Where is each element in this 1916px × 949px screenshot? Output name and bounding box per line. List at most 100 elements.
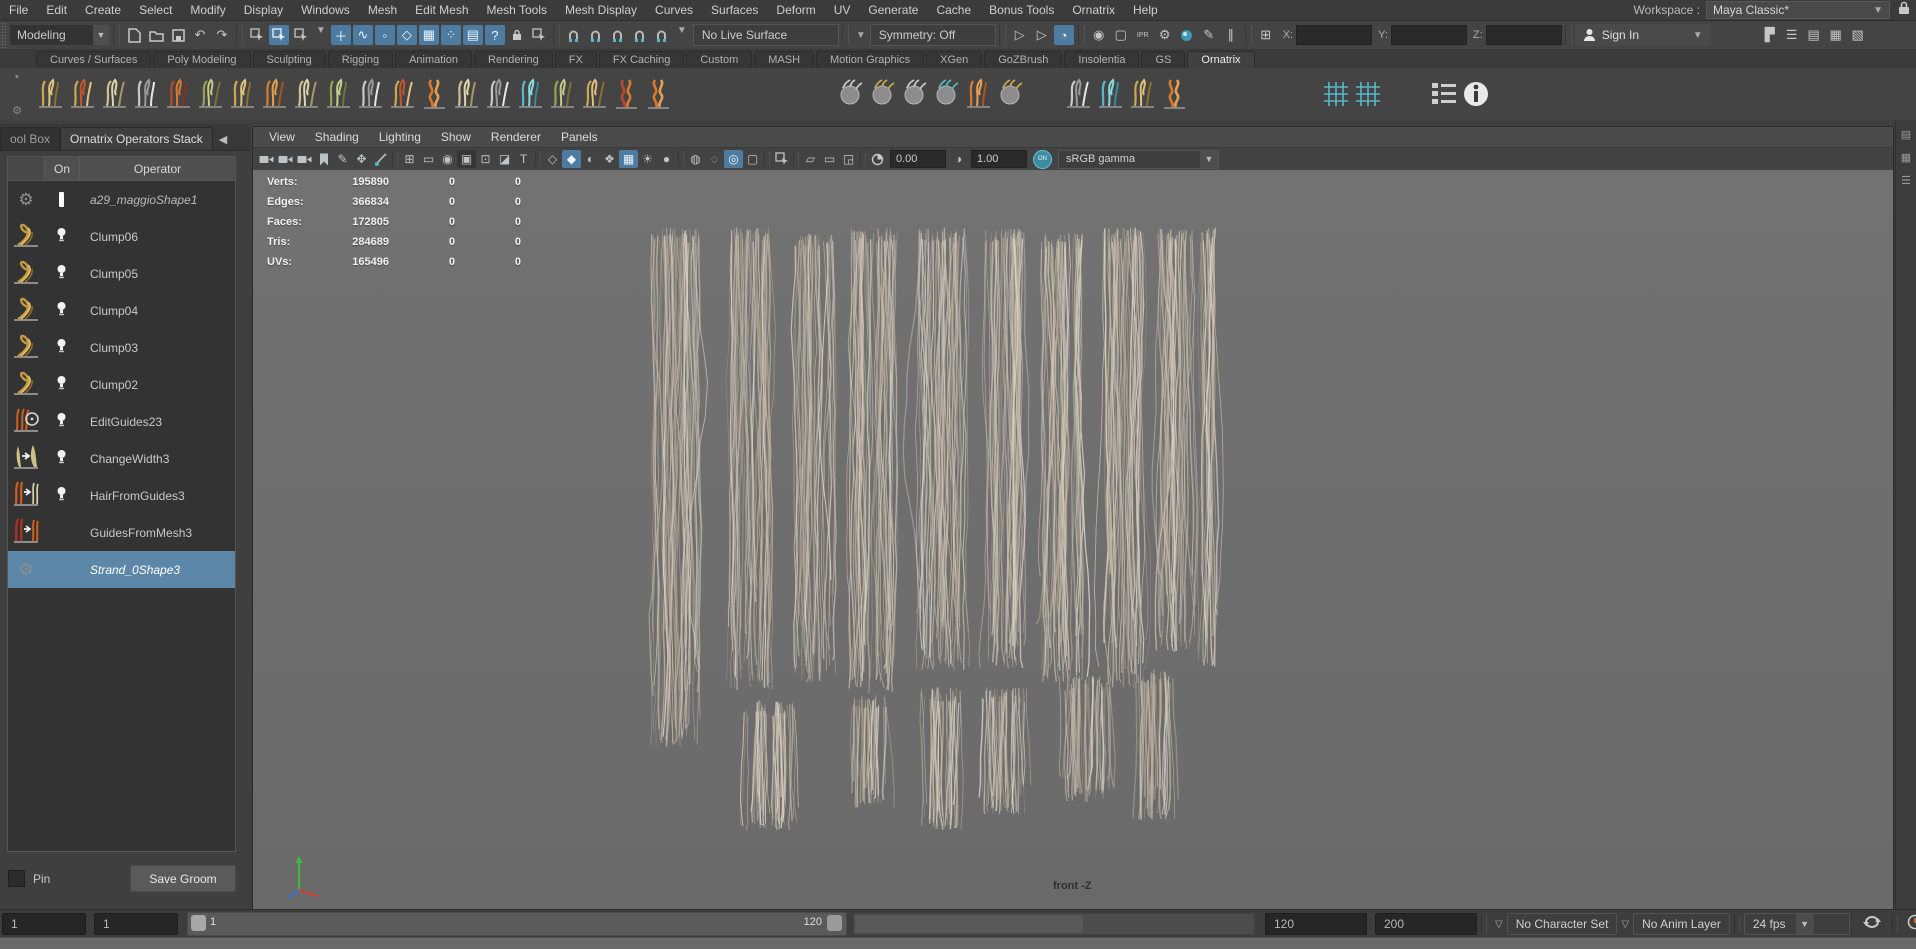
chevron-down-icon[interactable]: ▽	[1621, 919, 1629, 930]
highlight-selection-icon[interactable]	[529, 25, 549, 45]
shelf-menu-icon[interactable]: ▪	[15, 71, 19, 83]
shelf-tab-rendering[interactable]: Rendering	[474, 51, 553, 68]
construction-history-icon-5[interactable]	[652, 25, 672, 45]
wireframe-on-shaded-icon[interactable]: ▦	[619, 150, 638, 168]
chevron-down-icon[interactable]: ▼	[677, 25, 687, 45]
y-coordinate-input[interactable]	[1390, 25, 1467, 45]
film-gate-icon[interactable]: ▭	[419, 150, 438, 168]
enabled-lamp-icon[interactable]	[56, 449, 67, 469]
snap-grid-icon[interactable]: ＋	[330, 25, 351, 45]
shelf-tab-xgen[interactable]: XGen	[926, 51, 983, 68]
use-all-lights-icon[interactable]: ☀	[638, 150, 657, 168]
copy-view-icon[interactable]: ▱	[801, 150, 820, 168]
menu-windows[interactable]: Windows	[292, 1, 359, 19]
ox-grid-add-icon[interactable]	[1352, 75, 1384, 113]
shelf-tab-insolentia[interactable]: Insolentia	[1064, 51, 1140, 68]
wireframe-mode-icon[interactable]: ◇	[543, 150, 562, 168]
operator-row-clump04[interactable]: Clump04	[8, 292, 235, 329]
ox-hair-gray-icon[interactable]	[130, 75, 162, 113]
open-scene-icon[interactable]	[146, 25, 166, 45]
ox-sphere-amber-icon[interactable]	[994, 75, 1026, 113]
chevron-down-icon[interactable]: ▽	[1495, 919, 1503, 930]
snap-curve-icon[interactable]: ∿	[352, 25, 373, 45]
range-slider-bar[interactable]	[855, 915, 1083, 933]
operator-row-changewidth3[interactable]: ChangeWidth3	[8, 440, 235, 477]
menu-modify[interactable]: Modify	[181, 1, 234, 19]
ox-info-icon[interactable]	[1460, 75, 1492, 113]
grid-coords-icon[interactable]: ⊞	[1256, 25, 1276, 45]
ox-hair-orange-icon[interactable]	[258, 75, 290, 113]
viewport-menu-renderer[interactable]: Renderer	[481, 129, 551, 145]
ox-hair-gold3-icon[interactable]	[1126, 75, 1158, 113]
viewport-menu-panels[interactable]: Panels	[551, 129, 608, 145]
shelf-tab-rigging[interactable]: Rigging	[327, 51, 394, 68]
shadows-icon[interactable]: ●	[657, 150, 676, 168]
color-management-on-icon[interactable]: ON	[1033, 149, 1052, 169]
menu-create[interactable]: Create	[76, 1, 130, 19]
enabled-lamp-icon[interactable]	[56, 264, 67, 284]
snap-point-icon[interactable]: ◦	[374, 25, 395, 45]
lock-selection-icon[interactable]	[507, 25, 527, 45]
pivot-icon[interactable]: ✥	[352, 150, 371, 168]
current-frame-handle[interactable]	[191, 915, 206, 931]
gear-icon[interactable]: ⚙	[18, 560, 33, 580]
enabled-lamp-icon[interactable]	[56, 338, 67, 358]
chevron-down-icon[interactable]: ▼	[316, 25, 326, 45]
snap-view-plane-icon[interactable]: ▦	[418, 25, 439, 45]
render-ball-icon[interactable]	[1177, 25, 1197, 45]
enabled-lamp-icon[interactable]	[56, 227, 67, 247]
ox-hair-tan-icon[interactable]	[98, 75, 130, 113]
resolution-gate-icon[interactable]: ◉	[438, 150, 457, 168]
select-component-icon[interactable]	[291, 25, 311, 45]
operator-row-clump02[interactable]: Clump02	[8, 366, 235, 403]
ox-hair-crimson-icon[interactable]	[162, 75, 194, 113]
enabled-lamp-icon[interactable]	[56, 412, 67, 432]
shelf-tab-custom[interactable]: Custom	[686, 51, 753, 68]
operator-row-guidesfrommesh3[interactable]: GuidesFromMesh3	[8, 514, 235, 551]
ox-spike-gray-icon[interactable]	[482, 75, 514, 113]
ox-curly-gold-icon[interactable]	[578, 75, 610, 113]
ox-guides-white-icon[interactable]	[1062, 75, 1094, 113]
viewport-menu-show[interactable]: Show	[431, 129, 481, 145]
ox-hair-olive-icon[interactable]	[194, 75, 226, 113]
character-set-selector[interactable]: No Character Set	[1506, 913, 1618, 935]
attribute-editor-tab-icon[interactable]: ▦	[1901, 151, 1911, 164]
ox-sphere-icon[interactable]	[834, 75, 866, 113]
symmetry-field[interactable]: Symmetry: Off	[869, 24, 996, 46]
modeling-toolkit-toggle-icon[interactable]: ▛	[1760, 25, 1780, 45]
panel-collapse-arrow-icon[interactable]: ◀	[219, 133, 227, 150]
ipr-label-icon[interactable]: IPR	[1133, 25, 1153, 45]
select-camera-icon[interactable]	[257, 150, 276, 168]
enabled-lamp-icon[interactable]	[56, 375, 67, 395]
range-slider[interactable]	[853, 913, 1255, 935]
save-groom-button[interactable]: Save Groom	[130, 865, 236, 892]
gate-mask-icon[interactable]: ▣	[457, 150, 476, 168]
gear-icon[interactable]: ⚙	[18, 190, 33, 210]
menu-uv[interactable]: UV	[825, 1, 860, 19]
safe-title-icon[interactable]: T	[514, 150, 533, 168]
ox-guides-teal-icon[interactable]	[1094, 75, 1126, 113]
construction-history-icon-3[interactable]	[608, 25, 628, 45]
shaded-mode-icon[interactable]: ◆	[562, 150, 581, 168]
shelf-menu-column[interactable]: ▪ ⚙	[0, 68, 34, 120]
make-live-icon[interactable]: ⁘	[440, 25, 461, 45]
menu-generate[interactable]: Generate	[859, 1, 927, 19]
render-current-frame-icon[interactable]: ▷	[1010, 25, 1030, 45]
render-settings-icon[interactable]: ⚙	[1155, 25, 1175, 45]
enabled-lamp-icon[interactable]	[56, 486, 67, 506]
ox-curl-gold-icon[interactable]	[226, 75, 258, 113]
menu-file[interactable]: File	[0, 1, 37, 19]
slider-end-handle[interactable]	[827, 915, 842, 931]
z-coordinate-input[interactable]	[1485, 25, 1562, 45]
shelf-tab-mash[interactable]: MASH	[754, 51, 815, 68]
shelf-tab-sculpting[interactable]: Sculpting	[252, 51, 326, 68]
menu-cache[interactable]: Cache	[927, 1, 980, 19]
shelf-tab-gs[interactable]: GS	[1141, 51, 1186, 68]
lock-icon[interactable]	[1898, 1, 1910, 20]
render-schedule-icon[interactable]: ◔	[1053, 25, 1074, 45]
ox-hair-tan2-icon[interactable]	[450, 75, 482, 113]
menu-help[interactable]: Help	[1124, 1, 1167, 19]
menu-select[interactable]: Select	[130, 1, 181, 19]
select-hierarchy-icon[interactable]	[247, 25, 267, 45]
operator-row-clump03[interactable]: Clump03	[8, 329, 235, 366]
